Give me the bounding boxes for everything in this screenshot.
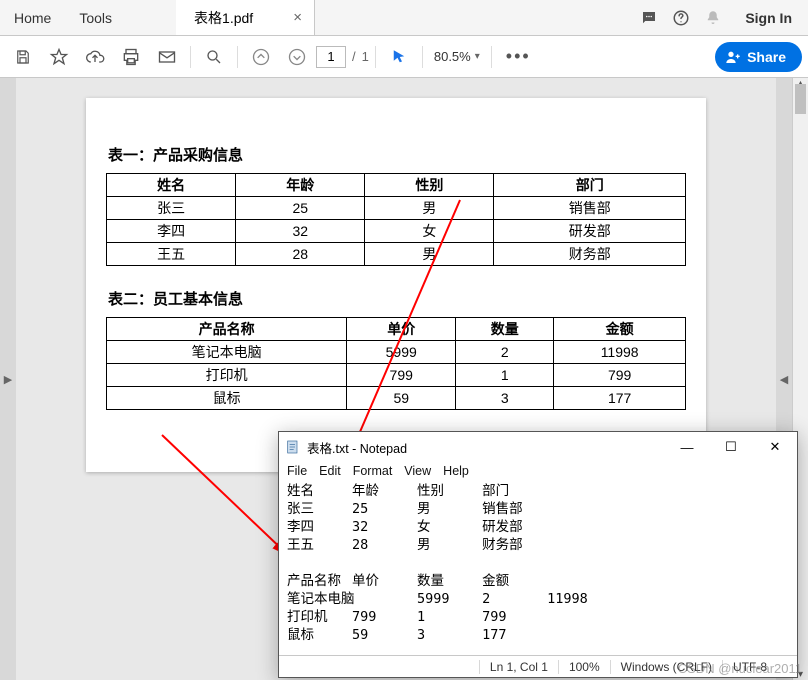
notepad-title: 表格.txt - Notepad bbox=[307, 438, 665, 457]
left-pane-toggle[interactable]: ▶ bbox=[0, 78, 16, 680]
status-zoom: 100% bbox=[558, 660, 610, 674]
table-cell: 28 bbox=[236, 243, 365, 266]
page-up-icon[interactable] bbox=[244, 40, 278, 74]
table-cell: 11998 bbox=[554, 341, 686, 364]
table-cell: 笔记本电脑 bbox=[107, 341, 347, 364]
table-row: 李四32女研发部 bbox=[107, 220, 686, 243]
mail-icon[interactable] bbox=[150, 40, 184, 74]
cloud-upload-icon[interactable] bbox=[78, 40, 112, 74]
table-cell: 799 bbox=[347, 364, 456, 387]
toolbar: / 1 80.5% ▾ ••• Share bbox=[0, 36, 808, 78]
notepad-menu-help[interactable]: Help bbox=[443, 464, 469, 478]
table-cell: 打印机 bbox=[107, 364, 347, 387]
notepad-body[interactable]: 姓名 年龄 性别 部门 张三 25 男 销售部 李四 32 女 研发部 王五 2… bbox=[279, 482, 797, 655]
table-cell: 男 bbox=[365, 243, 494, 266]
table-cell: 2 bbox=[456, 341, 554, 364]
app-menubar: Home Tools 表格1.pdf × Sign In bbox=[0, 0, 808, 36]
table-row: 王五28男财务部 bbox=[107, 243, 686, 266]
table-row: 打印机7991799 bbox=[107, 364, 686, 387]
chat-icon[interactable] bbox=[633, 0, 665, 35]
maximize-button[interactable]: ☐ bbox=[709, 432, 753, 462]
page-down-icon[interactable] bbox=[280, 40, 314, 74]
table-cell: 男 bbox=[365, 197, 494, 220]
table-header: 部门 bbox=[494, 174, 686, 197]
table-cell: 59 bbox=[347, 387, 456, 410]
menu-tools[interactable]: Tools bbox=[65, 0, 126, 35]
table-cell: 李四 bbox=[107, 220, 236, 243]
table-cell: 799 bbox=[554, 364, 686, 387]
table-cell: 张三 bbox=[107, 197, 236, 220]
table-cell: 1 bbox=[456, 364, 554, 387]
table-cell: 鼠标 bbox=[107, 387, 347, 410]
table-cell: 3 bbox=[456, 387, 554, 410]
search-icon[interactable] bbox=[197, 40, 231, 74]
scroll-thumb[interactable] bbox=[795, 84, 806, 114]
pdf-page: 表一：产品采购信息 姓名年龄性别部门 张三25男销售部李四32女研发部王五28男… bbox=[86, 98, 706, 472]
table-header: 年龄 bbox=[236, 174, 365, 197]
table-header: 数量 bbox=[456, 318, 554, 341]
table1: 姓名年龄性别部门 张三25男销售部李四32女研发部王五28男财务部 bbox=[106, 173, 686, 266]
share-button[interactable]: Share bbox=[715, 42, 802, 72]
page-indicator: / 1 bbox=[316, 46, 369, 68]
help-icon[interactable] bbox=[665, 0, 697, 35]
table-cell: 销售部 bbox=[494, 197, 686, 220]
table-cell: 177 bbox=[554, 387, 686, 410]
page-current-input[interactable] bbox=[316, 46, 346, 68]
table-cell: 25 bbox=[236, 197, 365, 220]
chevron-down-icon: ▾ bbox=[475, 51, 480, 62]
signin-button[interactable]: Sign In bbox=[729, 0, 808, 35]
notepad-menu-view[interactable]: View bbox=[404, 464, 431, 478]
table-cell: 32 bbox=[236, 220, 365, 243]
table-header: 性别 bbox=[365, 174, 494, 197]
print-icon[interactable] bbox=[114, 40, 148, 74]
table-cell: 5999 bbox=[347, 341, 456, 364]
notepad-menu-edit[interactable]: Edit bbox=[319, 464, 341, 478]
table-row: 张三25男销售部 bbox=[107, 197, 686, 220]
menu-home[interactable]: Home bbox=[0, 0, 65, 35]
share-label: Share bbox=[747, 49, 786, 65]
table-row: 笔记本电脑5999211998 bbox=[107, 341, 686, 364]
table-header: 金额 bbox=[554, 318, 686, 341]
table-cell: 研发部 bbox=[494, 220, 686, 243]
notepad-menu-format[interactable]: Format bbox=[353, 464, 393, 478]
page-sep: / bbox=[352, 49, 356, 64]
status-pos: Ln 1, Col 1 bbox=[479, 660, 558, 674]
table2: 产品名称单价数量金额 笔记本电脑5999211998打印机7991799鼠标59… bbox=[106, 317, 686, 410]
page-total: 1 bbox=[362, 49, 369, 64]
notepad-icon bbox=[285, 439, 301, 455]
table-cell: 王五 bbox=[107, 243, 236, 266]
table2-caption: 表二：员工基本信息 bbox=[108, 288, 686, 309]
zoom-selector[interactable]: 80.5% ▾ bbox=[429, 46, 485, 67]
close-icon[interactable]: × bbox=[293, 9, 302, 26]
notepad-window: 表格.txt - Notepad — ☐ ✕ File Edit Format Vie… bbox=[278, 431, 798, 678]
table-header: 单价 bbox=[347, 318, 456, 341]
table-header: 姓名 bbox=[107, 174, 236, 197]
bell-icon[interactable] bbox=[697, 0, 729, 35]
zoom-value: 80.5% bbox=[434, 49, 471, 64]
tab-title: 表格1.pdf bbox=[194, 8, 253, 28]
minimize-button[interactable]: — bbox=[665, 432, 709, 462]
table-row: 鼠标593177 bbox=[107, 387, 686, 410]
watermark: CSDN @nuclear2011 bbox=[678, 661, 802, 676]
document-tab[interactable]: 表格1.pdf × bbox=[176, 0, 315, 35]
more-icon[interactable]: ••• bbox=[498, 46, 539, 67]
table1-caption: 表一：产品采购信息 bbox=[108, 144, 686, 165]
notepad-titlebar[interactable]: 表格.txt - Notepad — ☐ ✕ bbox=[279, 432, 797, 462]
share-person-icon bbox=[725, 49, 741, 65]
table-cell: 财务部 bbox=[494, 243, 686, 266]
close-button[interactable]: ✕ bbox=[753, 432, 797, 462]
save-icon[interactable] bbox=[6, 40, 40, 74]
notepad-menu: File Edit Format View Help bbox=[279, 462, 797, 482]
star-icon[interactable] bbox=[42, 40, 76, 74]
table-header: 产品名称 bbox=[107, 318, 347, 341]
pointer-icon[interactable] bbox=[382, 40, 416, 74]
notepad-menu-file[interactable]: File bbox=[287, 464, 307, 478]
table-cell: 女 bbox=[365, 220, 494, 243]
